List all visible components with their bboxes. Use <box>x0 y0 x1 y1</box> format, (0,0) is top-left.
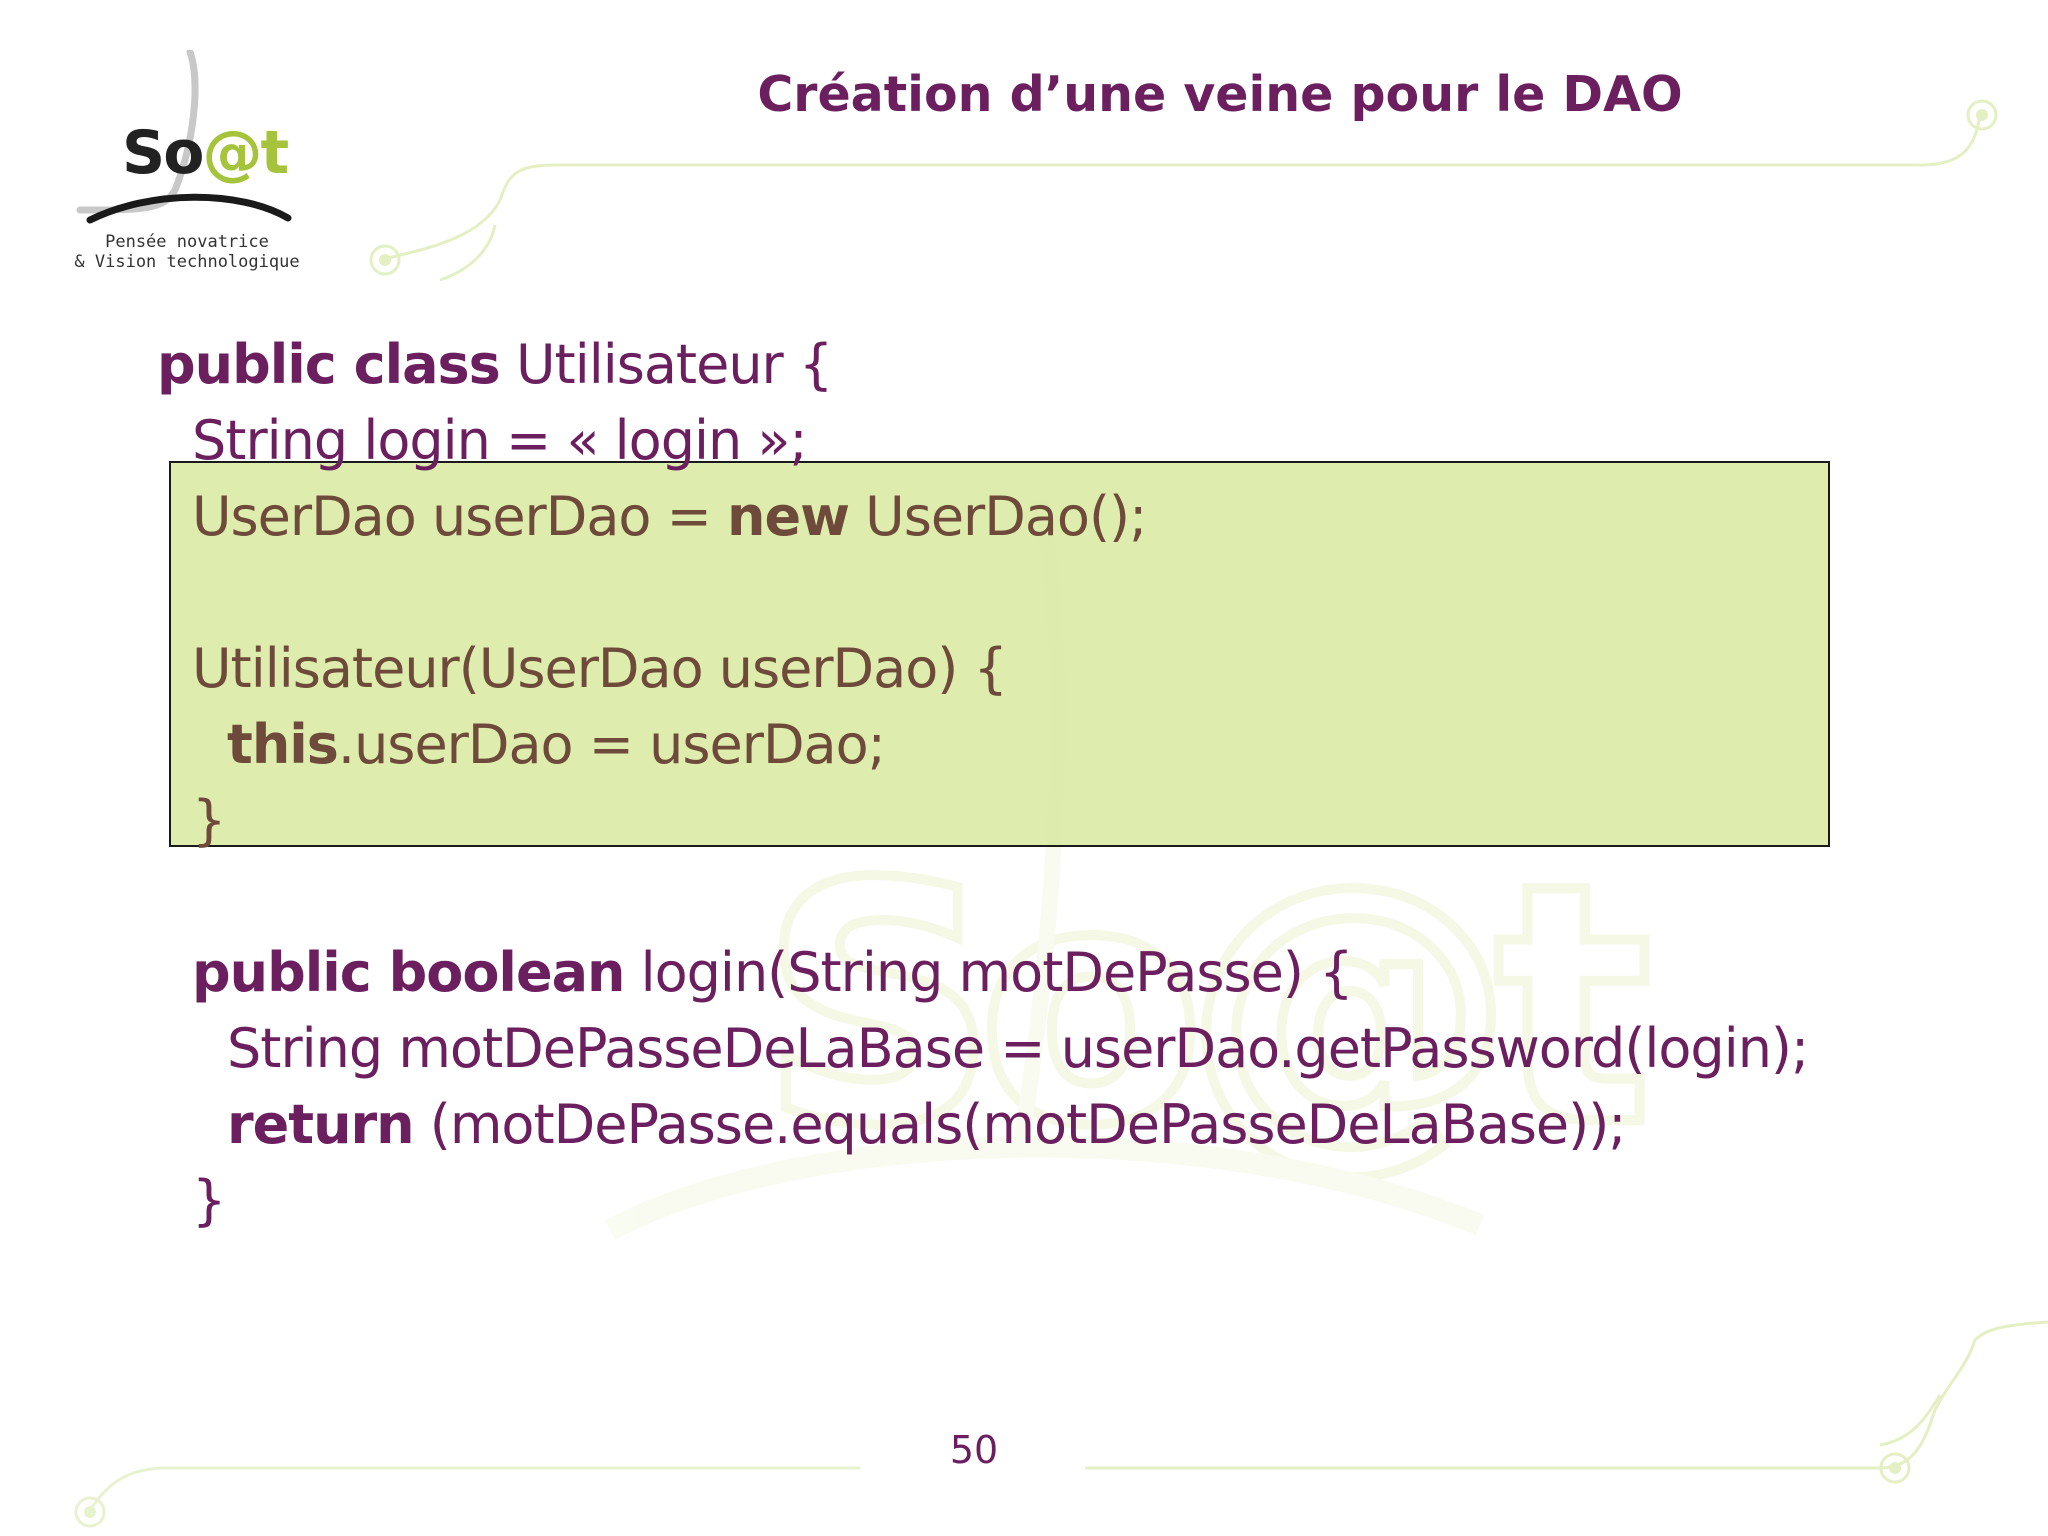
slide-title: Création d’une veine pour le DAO <box>757 66 1683 123</box>
code-text: String login = « login »; <box>192 409 808 472</box>
code-keyword: new <box>727 485 850 548</box>
code-text: login(String motDePasse) { <box>624 941 1354 1004</box>
code-line-login-field: String login = « login »; <box>192 414 808 468</box>
page-number: 50 <box>949 1428 999 1472</box>
code-keyword: public class <box>157 333 501 396</box>
code-line-userdao-field: UserDao userDao = new UserDao(); <box>192 490 1147 544</box>
logo-tagline-1: Pensée novatrice <box>105 232 269 252</box>
code-line-constructor: Utilisateur(UserDao userDao) { <box>192 642 1008 696</box>
code-line-constructor-body: this.userDao = userDao; <box>227 718 886 772</box>
code-text: Utilisateur(UserDao userDao) { <box>192 637 1008 700</box>
code-keyword: public boolean <box>192 941 625 1004</box>
logo-wordmark: So@t <box>122 118 289 188</box>
top-decor-curve <box>379 114 1982 262</box>
logo-tagline-2: & Vision technologique <box>74 252 300 272</box>
code-text: UserDao(); <box>849 485 1147 548</box>
code-line-login-method: public boolean login(String motDePasse) … <box>192 946 1353 1000</box>
code-line-constructor-close: } <box>192 794 226 848</box>
code-text: } <box>192 1169 226 1232</box>
logo-wordmark-prefix: So <box>122 118 204 188</box>
code-text: (motDePasse.equals(motDePasseDeLaBase)); <box>413 1093 1627 1156</box>
logo-wordmark-at: @ <box>202 118 262 188</box>
code-keyword: return <box>227 1093 415 1156</box>
code-line-class-declaration: public class Utilisateur { <box>157 338 833 392</box>
code-text: Utilisateur { <box>499 333 833 396</box>
code-text: UserDao userDao = <box>192 485 728 548</box>
code-text: String motDePasseDeLaBase = userDao.getP… <box>227 1017 1809 1080</box>
bottom-decor-curve <box>88 1466 860 1511</box>
code-text: .userDao = userDao; <box>337 713 886 776</box>
code-text: } <box>192 789 226 852</box>
code-line-method-close: } <box>192 1174 226 1228</box>
logo-wordmark-suffix: t <box>260 118 289 188</box>
code-keyword: this <box>227 713 339 776</box>
code-line-return: return (motDePasse.equals(motDePasseDeLa… <box>227 1098 1626 1152</box>
code-line-get-password: String motDePasseDeLaBase = userDao.getP… <box>227 1022 1809 1076</box>
